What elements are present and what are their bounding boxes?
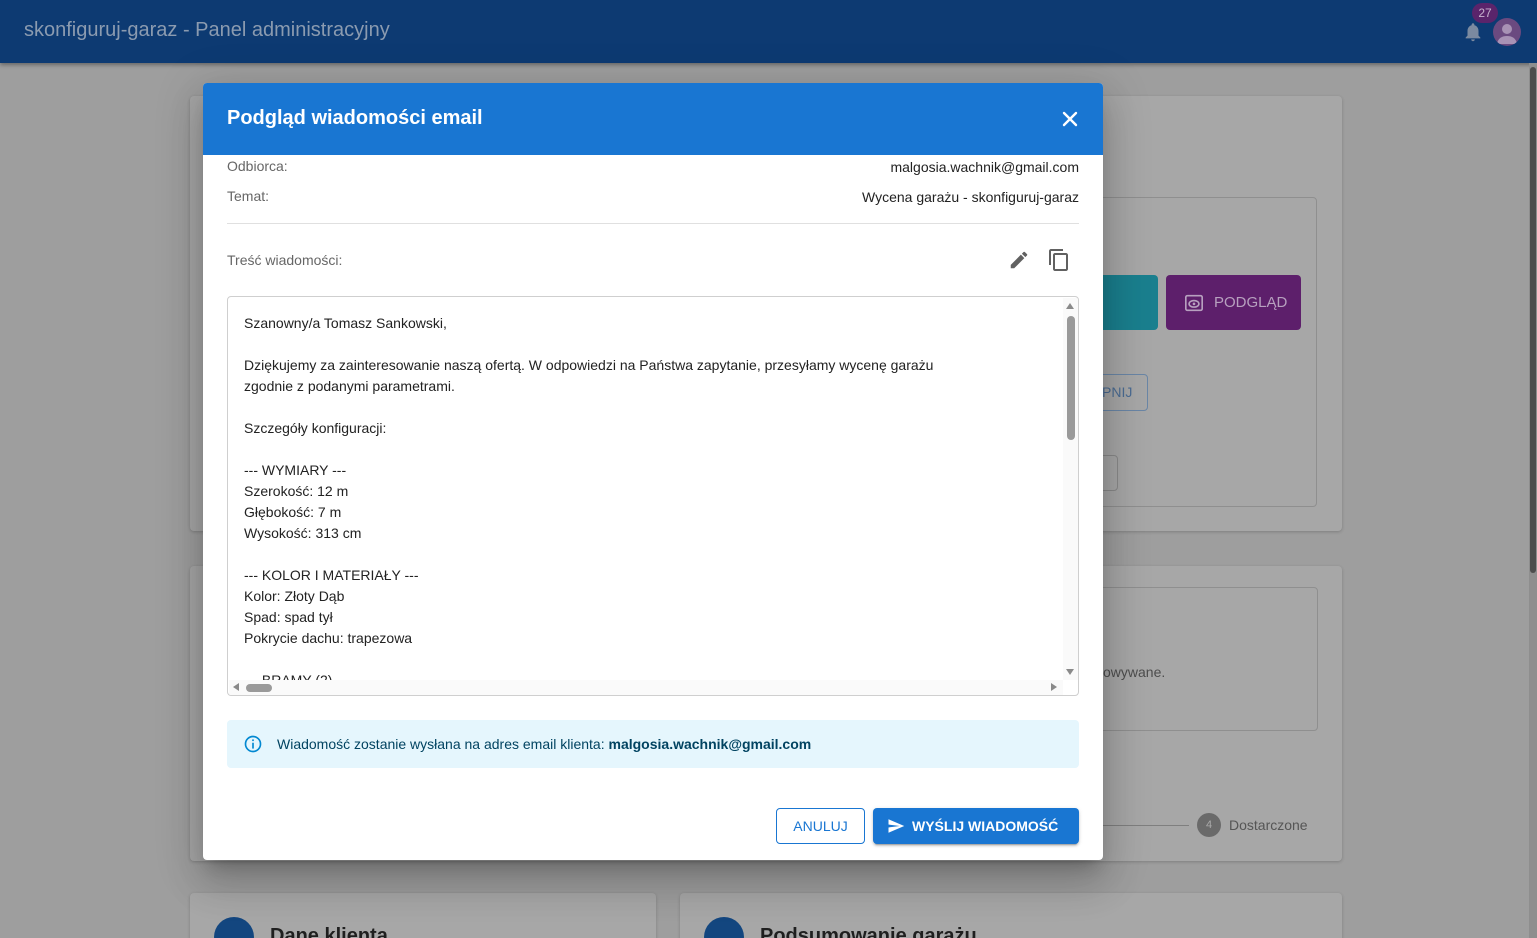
bg-status-text: owywane. — [1103, 664, 1166, 680]
dialog-header: Podgląd wiadomości email — [203, 83, 1103, 155]
subject-value: Wycena garażu - skonfiguruj-garaz — [862, 189, 1079, 205]
app-bar: skonfiguruj-garaz - Panel administracyjn… — [0, 0, 1537, 63]
scroll-up-arrow[interactable] — [1066, 303, 1074, 309]
bg-status-panel — [1095, 587, 1318, 731]
page-scrollbar-thumb[interactable] — [1530, 67, 1536, 573]
step-number: 4 — [1197, 813, 1221, 837]
message-vertical-scrollbar[interactable] — [1063, 298, 1078, 680]
section-client-title: Dane klienta — [270, 925, 388, 938]
section-summary-title: Podsumowanie garażu — [760, 925, 977, 938]
dialog-title: Podgląd wiadomości email — [227, 107, 483, 129]
cancel-button[interactable]: ANULUJ — [776, 808, 865, 844]
info-text: Wiadomość zostanie wysłana na adres emai… — [277, 736, 811, 752]
copy-icon — [1049, 249, 1068, 271]
send-message-button[interactable]: WYŚLIJ WIADOMOŚĆ — [873, 808, 1079, 844]
message-horizontal-scrollbar[interactable] — [229, 680, 1063, 695]
content-label: Treść wiadomości: — [227, 252, 343, 268]
bg-preview-label: PODGLĄD — [1214, 294, 1288, 311]
email-preview-dialog: Podgląd wiadomości email Odbiorca: malgo… — [203, 83, 1103, 860]
app-title: skonfiguruj-garaz - Panel administracyjn… — [24, 19, 390, 41]
message-vertical-thumb[interactable] — [1067, 316, 1075, 440]
bg-inner-panel — [1095, 197, 1317, 507]
scroll-down-arrow[interactable] — [1066, 669, 1074, 675]
info-message: Wiadomość zostanie wysłana na adres emai… — [277, 736, 609, 752]
eye-icon — [1185, 294, 1203, 311]
info-icon — [244, 735, 262, 753]
info-alert: Wiadomość zostanie wysłana na adres emai… — [227, 720, 1079, 768]
scroll-right-arrow[interactable] — [1051, 683, 1057, 691]
dialog-divider — [227, 223, 1079, 224]
send-icon — [888, 819, 905, 833]
bg-card-client — [190, 893, 656, 938]
info-email: malgosia.wachnik@gmail.com — [608, 736, 812, 752]
recipient-label: Odbiorca: — [227, 158, 288, 174]
edit-icon — [1010, 251, 1028, 269]
step-label: Dostarczone — [1229, 817, 1308, 833]
edit-button[interactable] — [1002, 243, 1036, 277]
bg-preview-button[interactable]: PODGLĄD — [1166, 275, 1301, 330]
bell-icon[interactable] — [1462, 21, 1484, 43]
bg-generate-button[interactable] — [1097, 275, 1158, 330]
message-body-field[interactable]: Szanowny/a Tomasz Sankowski, Dziękujemy … — [227, 296, 1079, 696]
message-body-text[interactable]: Szanowny/a Tomasz Sankowski, Dziękujemy … — [244, 313, 1054, 691]
recipient-value: malgosia.wachnik@gmail.com — [890, 159, 1079, 175]
notification-badge: 27 — [1472, 3, 1498, 23]
subject-label: Temat: — [227, 188, 270, 204]
scroll-left-arrow[interactable] — [233, 683, 239, 691]
copy-button[interactable] — [1042, 243, 1076, 277]
message-horizontal-thumb[interactable] — [246, 684, 272, 692]
stepper-connector — [1103, 825, 1189, 826]
close-icon[interactable] — [1056, 105, 1084, 133]
send-label: WYŚLIJ WIADOMOŚĆ — [912, 818, 1059, 834]
avatar-icon[interactable] — [1493, 18, 1521, 46]
